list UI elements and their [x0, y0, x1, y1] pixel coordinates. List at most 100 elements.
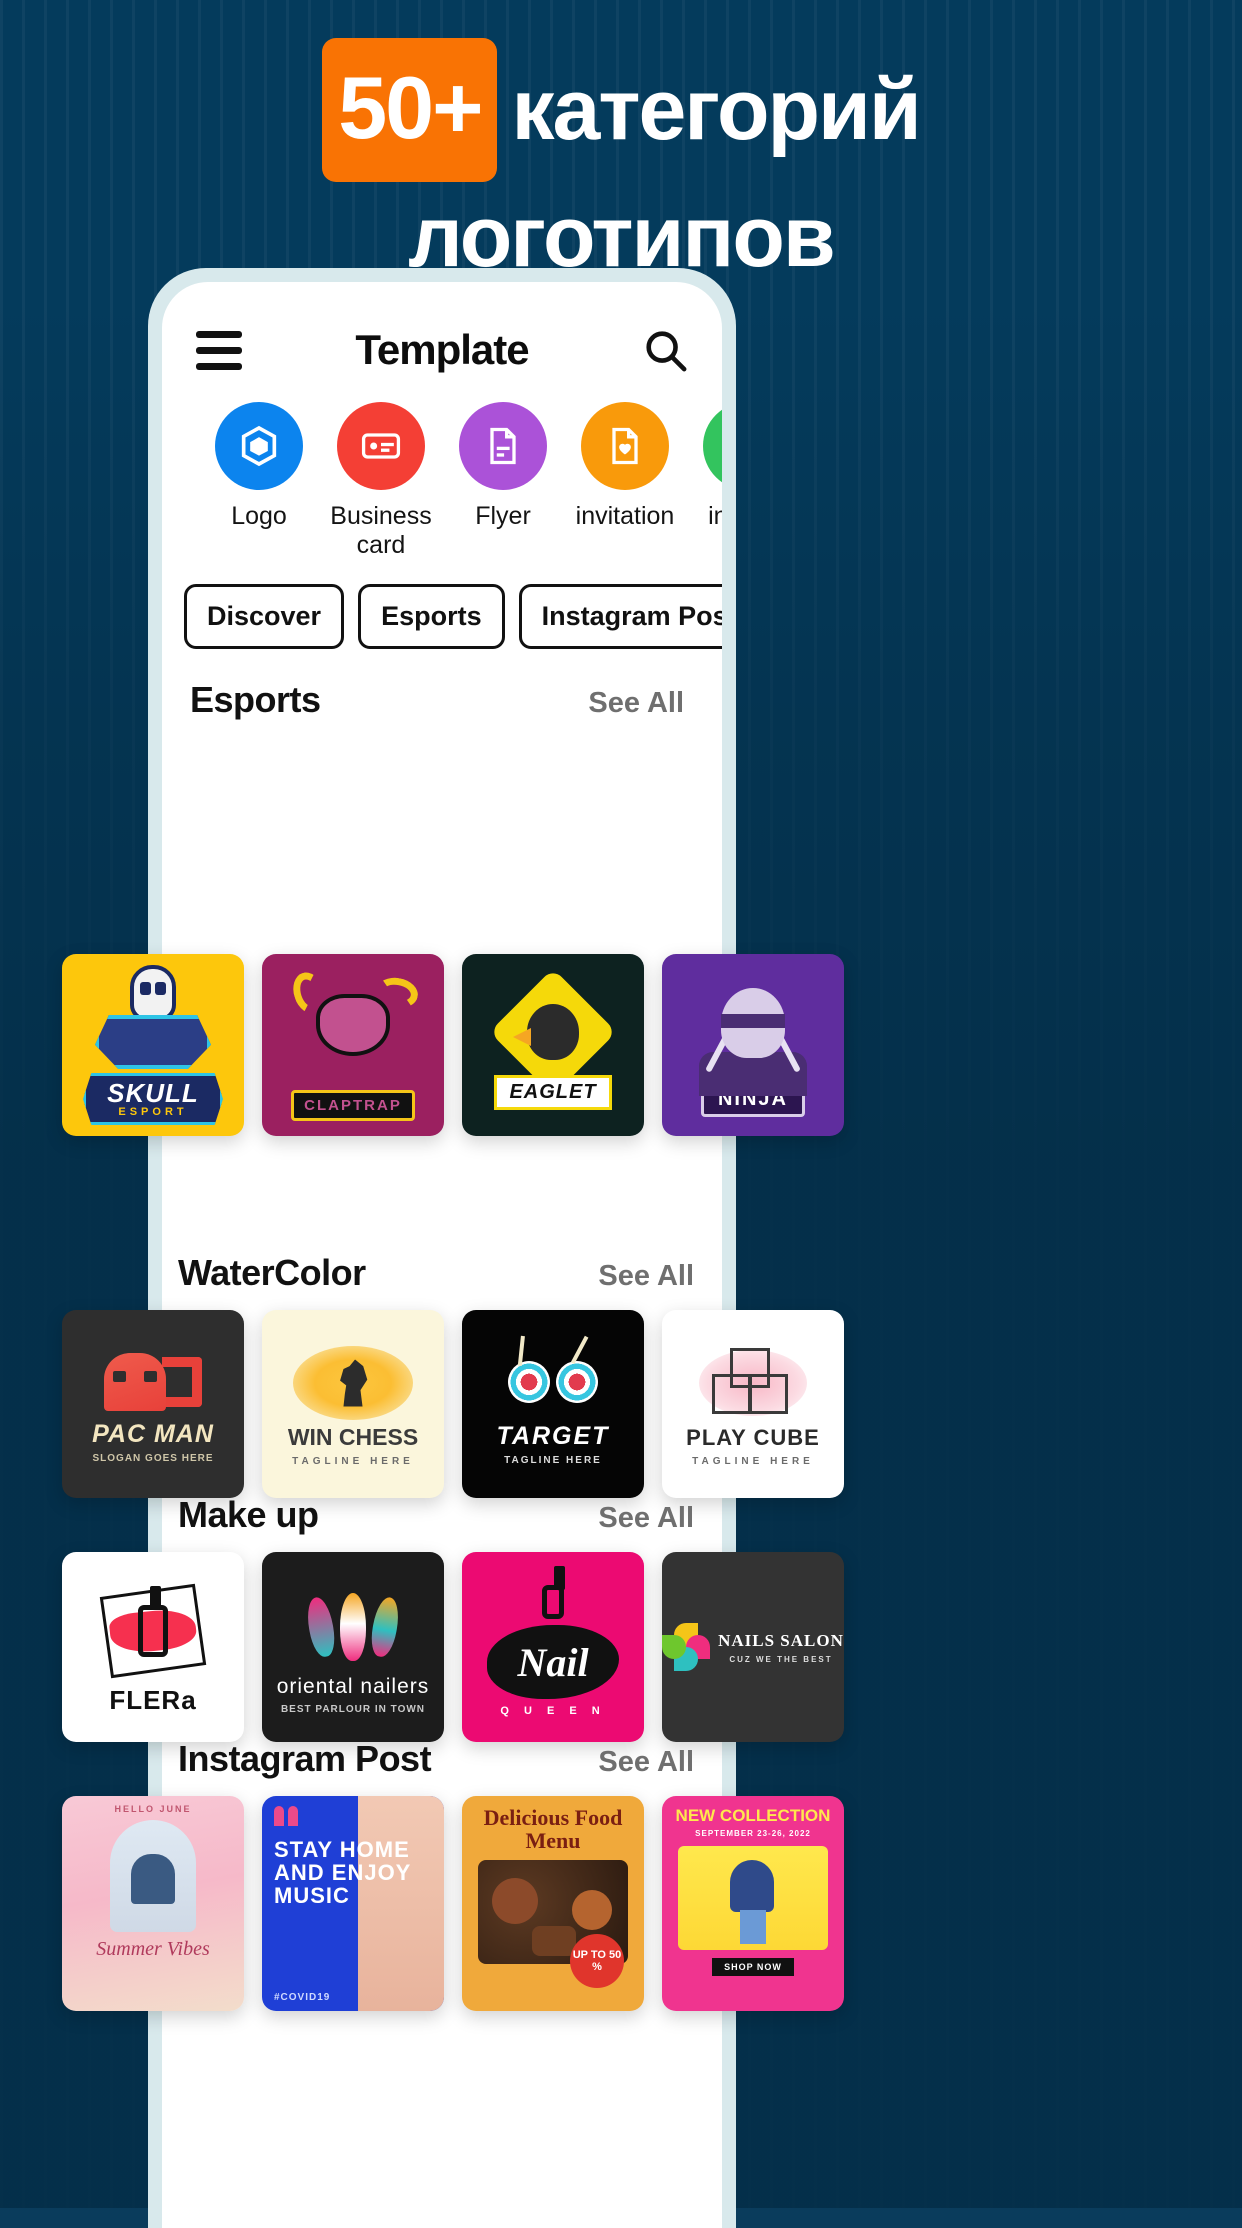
count-badge: 50+ [322, 38, 498, 182]
see-all-instagram-post[interactable]: See All [598, 1746, 694, 1779]
chip-esports[interactable]: Esports [358, 583, 505, 649]
section-header-watercolor: WaterColor See All [162, 1252, 722, 1294]
category-label: Logo [231, 502, 287, 530]
section-header-esports: Esports See All [162, 649, 722, 721]
headline-line-1: 50+ категорий [40, 38, 1202, 182]
template-card-food-menu[interactable]: Delicious Food Menu UP TO 50 % [462, 1796, 644, 2011]
document-heart-icon [581, 402, 669, 490]
category-list: Logo Business card Flyer invitation in [162, 384, 722, 560]
promo-headline: 50+ категорий логотипов [0, 38, 1242, 280]
template-card-oriental-nailers[interactable]: oriental nailers BEST PARLOUR IN TOWN [262, 1552, 444, 1742]
play-cube-logo: PLAY CUBE TAGLINE HERE [686, 1341, 820, 1467]
category-item-invoice[interactable]: invoice [686, 402, 722, 560]
section-header-makeup: Make up See All [162, 1494, 722, 1536]
oriental-nailers-logo: oriental nailers BEST PARLOUR IN TOWN [277, 1579, 430, 1715]
card-title: WIN CHESS [287, 1423, 419, 1450]
card-title: SKULL [107, 1078, 199, 1108]
document-dollar-icon [703, 402, 722, 490]
template-card-ninja[interactable]: NINJA [662, 954, 844, 1136]
card-subtitle: #COVID19 [274, 1992, 331, 2003]
template-card-pac-man[interactable]: PAC MAN SLOGAN GOES HERE [62, 1310, 244, 1498]
card-title: PLAY CUBE [686, 1425, 820, 1450]
chip-instagram-post[interactable]: Instagram Post [518, 583, 722, 649]
document-lines-icon [459, 402, 547, 490]
skull-esport-logo: SKULL ESPORT [83, 965, 223, 1125]
summer-vibes-post: HELLO JUNE Summer Vibes [62, 1796, 244, 1961]
category-item-invitation[interactable]: invitation [564, 402, 686, 560]
card-subtitle: BEST PARLOUR IN TOWN [280, 1704, 426, 1715]
headline-line-2: логотипов [408, 189, 835, 285]
chip-discover[interactable]: Discover [184, 583, 345, 649]
card-title: Delicious Food Menu [483, 1805, 623, 1854]
template-card-claptrap[interactable]: CLAPTRAP [262, 954, 444, 1136]
id-card-icon [337, 402, 425, 490]
flower-icon [662, 1623, 711, 1671]
section-header-instagram-post: Instagram Post See All [162, 1738, 722, 1780]
ninja-logo: NINJA [699, 974, 807, 1117]
card-title: NEW COLLECTION [675, 1806, 831, 1825]
filter-chip-list: Discover Esports Instagram Post Nail Art… [162, 560, 722, 649]
nail-queen-logo: Nail Q U E E N [487, 1566, 619, 1717]
card-title: FLERa [109, 1684, 197, 1715]
template-card-summer-vibes[interactable]: HELLO JUNE Summer Vibes [62, 1796, 244, 2011]
card-badge: UP TO 50 % [570, 1934, 624, 1989]
flera-logo: FLERa [99, 1579, 207, 1716]
hamburger-menu-icon[interactable] [196, 330, 242, 370]
pac-man-logo: PAC MAN SLOGAN GOES HERE [92, 1344, 214, 1464]
esports-card-row: SKULL ESPORT CLAPTRAP EAGLET NINJA [0, 954, 1242, 1136]
card-subtitle: SEPTEMBER 23-26, 2022 [695, 1829, 811, 1838]
template-card-nails-salon[interactable]: NAILS SALON CUZ WE THE BEST [662, 1552, 844, 1742]
search-icon[interactable] [642, 327, 688, 373]
category-item-business-card[interactable]: Business card [320, 402, 442, 560]
card-title: oriental nailers [276, 1675, 430, 1698]
makeup-card-row: FLERa oriental nailers BEST PARLOUR IN T… [0, 1552, 1242, 1742]
see-all-makeup[interactable]: See All [598, 1502, 694, 1535]
category-item-flyer[interactable]: Flyer [442, 402, 564, 560]
card-title: CLAPTRAP [304, 1096, 402, 1114]
template-card-target[interactable]: TARGET TAGLINE HERE [462, 1310, 644, 1498]
stay-home-post: STAY HOME AND ENJOY MUSIC #COVID19 [262, 1796, 444, 2011]
card-subtitle: HELLO JUNE [114, 1804, 192, 1814]
card-title: Nail [517, 1639, 589, 1685]
page-title: Template [355, 326, 529, 373]
claptrap-logo: CLAPTRAP [288, 967, 421, 1121]
card-subtitle: TAGLINE HERE [504, 1455, 602, 1466]
section-title: Make up [178, 1494, 319, 1535]
nails-salon-logo: NAILS SALON CUZ WE THE BEST [662, 1623, 844, 1671]
card-title: Summer Vibes [96, 1938, 210, 1960]
template-card-stay-home[interactable]: STAY HOME AND ENJOY MUSIC #COVID19 [262, 1796, 444, 2011]
card-subtitle: CUZ WE THE BEST [729, 1654, 833, 1664]
hexagon-icon [215, 402, 303, 490]
watercolor-card-row: PAC MAN SLOGAN GOES HERE WIN CHESS TAGLI… [0, 1310, 1242, 1498]
category-label: invoice [708, 502, 722, 530]
category-item-logo[interactable]: Logo [198, 402, 320, 560]
headline-word: категорий [511, 62, 921, 158]
template-card-new-collection[interactable]: NEW COLLECTION SEPTEMBER 23-26, 2022 SHO… [662, 1796, 844, 2011]
template-card-eaglet[interactable]: EAGLET [462, 954, 644, 1136]
template-card-flera[interactable]: FLERa [62, 1552, 244, 1742]
section-title: WaterColor [178, 1252, 366, 1293]
card-subtitle: Q U E E N [500, 1705, 606, 1717]
template-card-nail-queen[interactable]: Nail Q U E E N [462, 1552, 644, 1742]
see-all-esports[interactable]: See All [588, 687, 684, 720]
template-card-skull[interactable]: SKULL ESPORT [62, 954, 244, 1136]
food-menu-post: Delicious Food Menu UP TO 50 % [462, 1796, 644, 1989]
category-label: Flyer [475, 502, 531, 530]
card-subtitle: ESPORT [118, 1106, 188, 1118]
new-collection-post: NEW COLLECTION SEPTEMBER 23-26, 2022 SHO… [662, 1796, 844, 1976]
template-card-play-cube[interactable]: PLAY CUBE TAGLINE HERE [662, 1310, 844, 1498]
section-title: Instagram Post [178, 1738, 432, 1779]
card-subtitle: TAGLINE HERE [292, 1455, 414, 1467]
see-all-watercolor[interactable]: See All [598, 1260, 694, 1293]
shop-now-button[interactable]: SHOP NOW [712, 1958, 794, 1976]
card-subtitle: SLOGAN GOES HERE [92, 1453, 214, 1464]
win-chess-logo: WIN CHESS TAGLINE HERE [288, 1342, 418, 1467]
eaglet-logo: EAGLET [489, 967, 617, 1110]
template-card-win-chess[interactable]: WIN CHESS TAGLINE HERE [262, 1310, 444, 1498]
app-header: Template [162, 282, 722, 384]
card-title: STAY HOME AND ENJOY MUSIC [274, 1837, 411, 1909]
section-title: Esports [190, 678, 321, 720]
card-title: TARGET [496, 1422, 610, 1450]
card-title: NAILS SALON [718, 1630, 844, 1650]
target-logo: TARGET TAGLINE HERE [496, 1335, 610, 1466]
